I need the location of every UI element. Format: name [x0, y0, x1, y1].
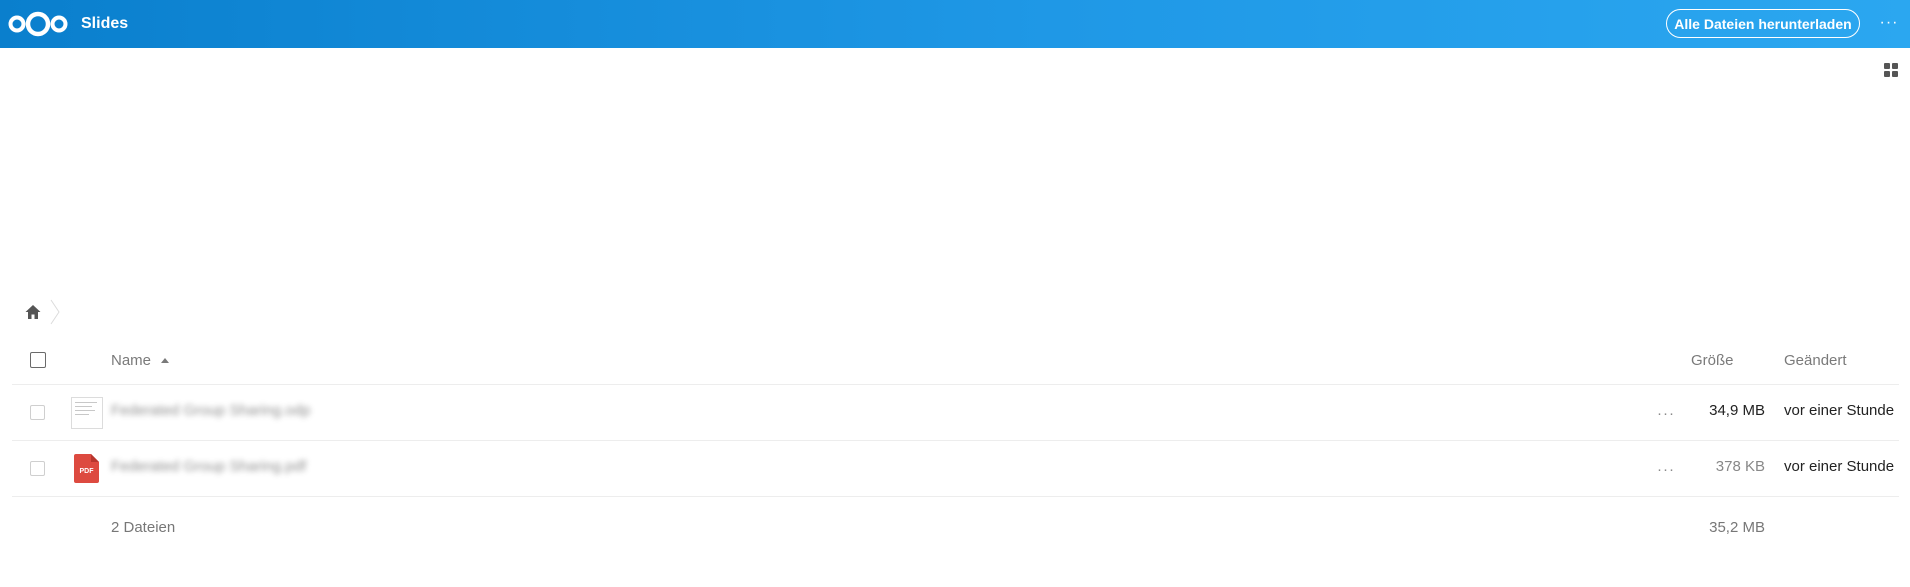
- file-size: 378 KB: [1715, 458, 1765, 475]
- grid-view-icon[interactable]: [1884, 63, 1898, 77]
- summary-file-count: 2 Dateien: [111, 519, 176, 536]
- file-modified: vor einer Stunde: [1784, 458, 1895, 475]
- file-list: Name Größe Geändert Federated Group Shar…: [12, 340, 1899, 557]
- file-list-summary: 2 Dateien 35,2 MB: [12, 497, 1899, 557]
- column-name-label: Name: [111, 352, 152, 369]
- home-icon[interactable]: [24, 303, 42, 321]
- app-title: Slides: [81, 15, 129, 32]
- breadcrumb: [24, 299, 60, 325]
- column-header-modified[interactable]: Geändert: [1784, 352, 1847, 369]
- file-row[interactable]: Federated Group Sharing.odp ··· 34,9 MB …: [12, 385, 1899, 441]
- file-modified: vor einer Stunde: [1784, 402, 1895, 419]
- file-name[interactable]: Federated Group Sharing.odp: [111, 402, 310, 419]
- file-actions-menu-icon[interactable]: ···: [1652, 459, 1680, 479]
- select-all-checkbox[interactable]: [30, 352, 46, 368]
- document-thumbnail-icon: [71, 397, 103, 429]
- breadcrumb-separator-icon: [50, 299, 60, 325]
- pdf-icon: PDF: [74, 454, 99, 483]
- sort-ascending-icon: [161, 358, 170, 363]
- column-header-name[interactable]: Name: [111, 352, 170, 369]
- row-checkbox[interactable]: [30, 461, 45, 476]
- column-header-size[interactable]: Größe: [1691, 352, 1734, 369]
- file-name[interactable]: Federated Group Sharing.pdf: [111, 458, 306, 475]
- file-list-header: Name Größe Geändert: [12, 340, 1899, 385]
- file-row[interactable]: PDF Federated Group Sharing.pdf ··· 378 …: [12, 441, 1899, 497]
- file-size: 34,9 MB: [1709, 402, 1765, 419]
- header-more-menu-icon[interactable]: ···: [1876, 12, 1902, 34]
- svg-text:PDF: PDF: [80, 468, 95, 475]
- row-checkbox[interactable]: [30, 405, 45, 420]
- summary-total-size: 35,2 MB: [1709, 519, 1765, 536]
- header-bar: Slides Alle Dateien herunterladen ···: [0, 0, 1910, 48]
- file-actions-menu-icon[interactable]: ···: [1652, 403, 1680, 423]
- nextcloud-logo-icon[interactable]: [8, 10, 68, 38]
- download-all-button[interactable]: Alle Dateien herunterladen: [1666, 9, 1860, 38]
